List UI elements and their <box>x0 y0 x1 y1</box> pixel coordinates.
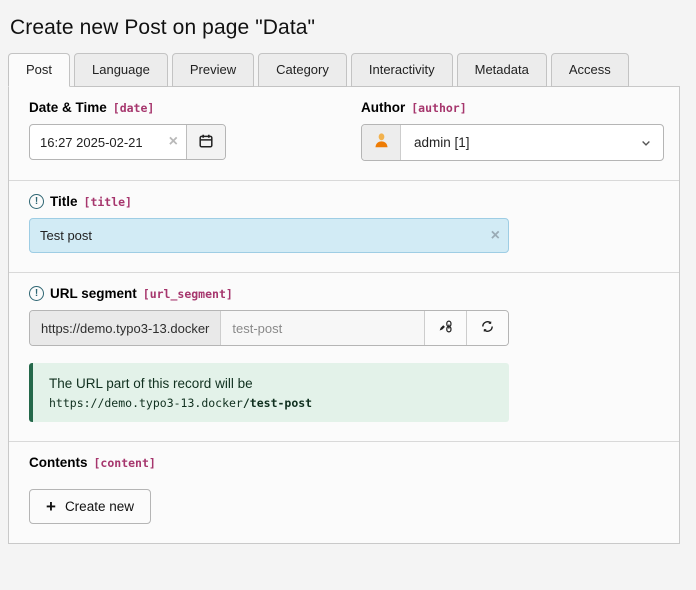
tab-preview[interactable]: Preview <box>172 53 254 87</box>
url-preview-link: https://demo.typo3-13.docker/test-post <box>49 396 493 410</box>
date-field-tag: [date] <box>113 101 155 115</box>
title-input[interactable] <box>30 228 489 243</box>
tab-access[interactable]: Access <box>551 53 629 87</box>
date-picker-button[interactable] <box>186 125 225 159</box>
contents-label: Contents <box>29 455 88 470</box>
page-title: Create new Post on page "Data" <box>10 16 696 40</box>
link-edit-icon <box>438 319 453 337</box>
section-url-segment: ! URL segment [url_segment] https://demo… <box>9 272 679 441</box>
tab-content-panel: Date & Time [date] × <box>8 86 680 544</box>
tab-post[interactable]: Post <box>8 53 70 87</box>
author-label: Author <box>361 100 405 115</box>
url-preview-text: The URL part of this record will be <box>49 376 493 391</box>
section-title: ! Title [title] × <box>9 180 679 272</box>
recalculate-slug-button[interactable] <box>466 311 508 345</box>
tab-interactivity[interactable]: Interactivity <box>351 53 453 87</box>
plus-icon: + <box>46 498 56 515</box>
author-field-tag: [author] <box>411 101 466 115</box>
edit-slug-button[interactable] <box>424 311 466 345</box>
title-input-wrap: × <box>29 218 509 253</box>
date-clear-icon[interactable]: × <box>167 134 186 150</box>
url-segment-label: URL segment <box>50 286 137 301</box>
url-segment-group: https://demo.typo3-13.docker test-post <box>29 310 509 346</box>
date-field-column: Date & Time [date] × <box>29 100 361 161</box>
date-input[interactable] <box>30 135 167 150</box>
title-label: Title <box>50 194 78 209</box>
tab-bar: Post Language Preview Category Interacti… <box>8 53 696 86</box>
date-input-group: × <box>29 124 226 160</box>
section-date-author: Date & Time [date] × <box>9 87 679 180</box>
tab-category[interactable]: Category <box>258 53 347 87</box>
create-new-label: Create new <box>65 499 134 514</box>
author-select[interactable]: admin [1] <box>361 124 664 161</box>
record-state-icon: ! <box>29 286 44 301</box>
date-label: Date & Time <box>29 100 107 115</box>
user-avatar-icon <box>372 131 391 155</box>
url-segment-field-tag: [url_segment] <box>143 287 233 301</box>
tab-language[interactable]: Language <box>74 53 168 87</box>
chevron-down-icon <box>640 137 652 149</box>
author-selected-value: admin [1] <box>401 135 640 150</box>
create-new-content-button[interactable]: + Create new <box>29 489 151 524</box>
record-state-icon: ! <box>29 194 44 209</box>
url-segment-prefix: https://demo.typo3-13.docker <box>30 311 221 345</box>
contents-field-tag: [content] <box>94 456 156 470</box>
url-segment-value[interactable]: test-post <box>221 311 424 345</box>
tab-metadata[interactable]: Metadata <box>457 53 547 87</box>
url-preview-callout: The URL part of this record will be http… <box>29 363 509 422</box>
title-clear-icon[interactable]: × <box>489 228 508 244</box>
refresh-icon <box>480 319 495 337</box>
title-field-tag: [title] <box>84 195 132 209</box>
calendar-icon <box>198 133 214 152</box>
author-field-column: Author [author] admin [1] <box>361 100 664 161</box>
section-contents: Contents [content] + Create new <box>9 441 679 543</box>
